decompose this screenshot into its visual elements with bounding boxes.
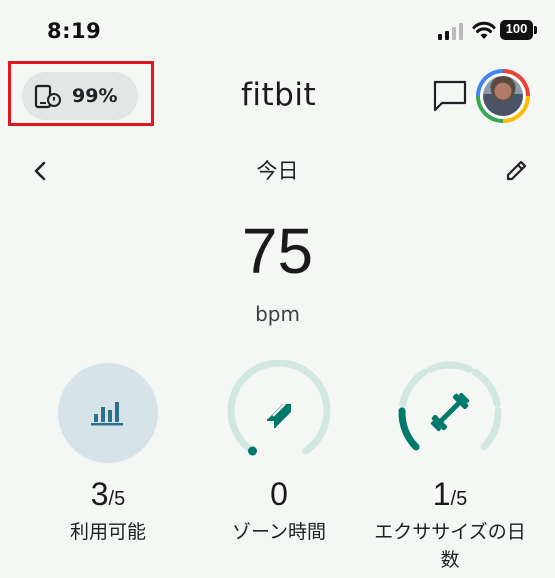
- progress-segment: [398, 407, 420, 451]
- progress-segment: [427, 361, 473, 373]
- progress-segment: [399, 368, 429, 408]
- progress-segment: [480, 407, 502, 451]
- heart-rate-value: 75: [241, 215, 314, 287]
- highlight-box: [8, 61, 154, 126]
- date-label: 今日: [256, 159, 299, 183]
- chat-icon[interactable]: [432, 78, 468, 114]
- metric-exercise-label: エクササイズの日数: [374, 521, 526, 571]
- wifi-icon: [472, 21, 496, 39]
- metric-available-label: 利用可能: [69, 521, 146, 543]
- battery-level: 100: [505, 21, 528, 36]
- metric-zone-label: ゾーン時間: [231, 521, 327, 543]
- metric-exercise-value: 1/5: [432, 476, 468, 512]
- metric-exercise-ring: [398, 361, 502, 451]
- avatar[interactable]: [476, 69, 530, 123]
- metric-zone-ring: [227, 360, 331, 456]
- arrow-icon: [267, 403, 291, 428]
- pencil-icon[interactable]: [505, 158, 529, 182]
- metric-available-ring: [58, 363, 158, 463]
- status-time: 8:19: [47, 19, 102, 43]
- dumbbell-icon: [430, 392, 470, 432]
- cellular-signal-icon: [438, 23, 463, 40]
- battery-icon: 100: [500, 20, 538, 40]
- metric-available-value: 3/5: [90, 476, 126, 512]
- progress-segments: [398, 361, 502, 451]
- heart-rate-unit: bpm: [255, 302, 300, 326]
- metric-zone-value: 0: [270, 476, 288, 512]
- app-logo: fitbit: [241, 77, 317, 113]
- progress-segment: [471, 368, 501, 408]
